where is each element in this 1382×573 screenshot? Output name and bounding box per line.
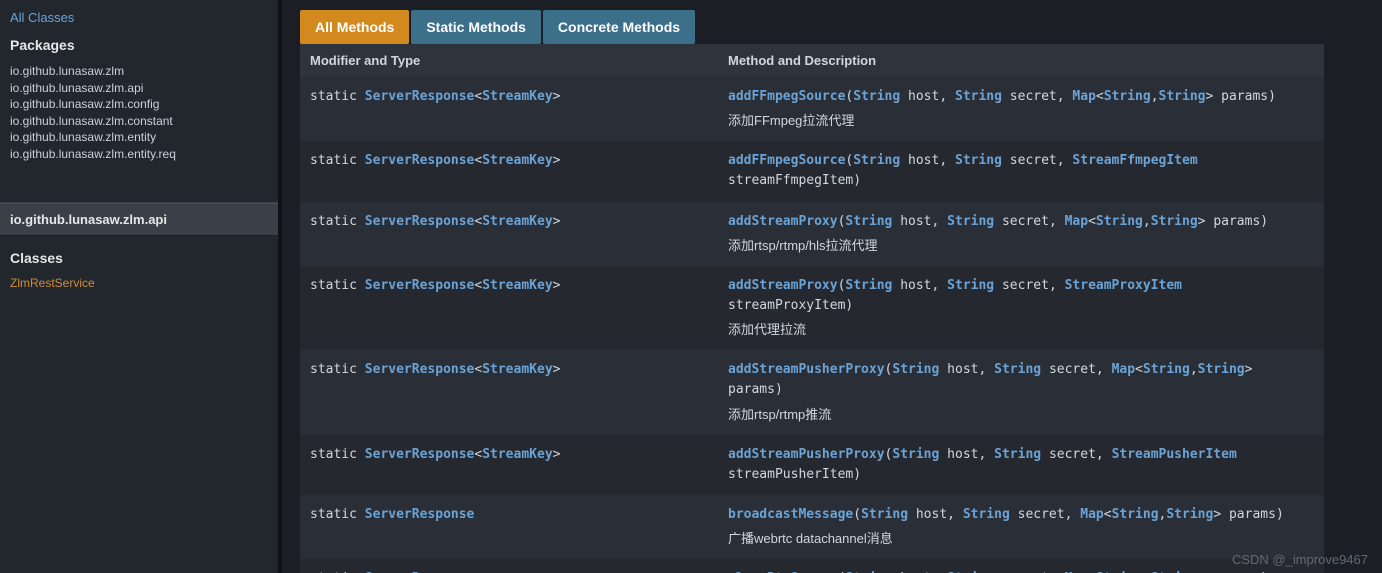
package-link[interactable]: io.github.lunasaw.zlm.api (10, 80, 268, 97)
class-list: ZlmRestService (10, 276, 268, 290)
method-name[interactable]: addFFmpegSource (728, 89, 845, 104)
package-list: io.github.lunasaw.zlmio.github.lunasaw.z… (10, 63, 268, 162)
col-method: Method and Description (718, 44, 1324, 77)
table-row: static ServerResponse<StreamKey>addStrea… (300, 266, 1324, 350)
method-name[interactable]: addStreamProxy (728, 278, 838, 293)
tab-all-methods[interactable]: All Methods (300, 10, 409, 44)
all-classes-link[interactable]: All Classes (10, 10, 268, 25)
package-link[interactable]: io.github.lunasaw.zlm.entity.req (10, 146, 268, 163)
packages-title: Packages (10, 37, 268, 53)
tab-concrete-methods[interactable]: Concrete Methods (543, 10, 695, 44)
main-panel: All Methods Static Methods Concrete Meth… (282, 0, 1382, 573)
table-row: static ServerResponse<StreamKey>addStrea… (300, 435, 1324, 495)
table-row: static ServerResponsebroadcastMessage(St… (300, 495, 1324, 559)
current-package[interactable]: io.github.lunasaw.zlm.api (0, 203, 278, 236)
method-desc: 添加rtsp/rtmp/hls拉流代理 (728, 236, 1314, 256)
method-name[interactable]: addFFmpegSource (728, 153, 845, 168)
class-link[interactable]: ZlmRestService (10, 276, 268, 290)
methods-table: Modifier and Type Method and Description… (300, 44, 1324, 573)
package-link[interactable]: io.github.lunasaw.zlm.entity (10, 129, 268, 146)
method-name[interactable]: broadcastMessage (728, 507, 853, 522)
method-name[interactable]: addStreamProxy (728, 214, 838, 229)
method-desc: 添加代理拉流 (728, 320, 1314, 340)
method-name[interactable]: addStreamPusherProxy (728, 447, 885, 462)
classes-title: Classes (10, 250, 268, 266)
col-modifier: Modifier and Type (300, 44, 718, 77)
method-name[interactable]: addStreamPusherProxy (728, 362, 885, 377)
table-row: static ServerResponse<StreamKey>addFFmpe… (300, 77, 1324, 141)
method-desc: 添加FFmpeg拉流代理 (728, 111, 1314, 131)
table-row: static ServerResponse<StreamKey>addStrea… (300, 202, 1324, 266)
sidebar: All Classes Packages io.github.lunasaw.z… (0, 0, 282, 573)
watermark: CSDN @_improve9467 (1232, 552, 1368, 567)
package-link[interactable]: io.github.lunasaw.zlm (10, 63, 268, 80)
method-tabs: All Methods Static Methods Concrete Meth… (300, 10, 1382, 44)
method-desc: 广播webrtc datachannel消息 (728, 529, 1314, 549)
package-link[interactable]: io.github.lunasaw.zlm.constant (10, 113, 268, 130)
method-desc: 添加rtsp/rtmp推流 (728, 405, 1314, 425)
table-row: static ServerResponsecloseRtpServer(Stri… (300, 559, 1324, 573)
package-link[interactable]: io.github.lunasaw.zlm.config (10, 96, 268, 113)
table-row: static ServerResponse<StreamKey>addFFmpe… (300, 141, 1324, 201)
tab-static-methods[interactable]: Static Methods (411, 10, 541, 44)
table-row: static ServerResponse<StreamKey>addStrea… (300, 350, 1324, 434)
